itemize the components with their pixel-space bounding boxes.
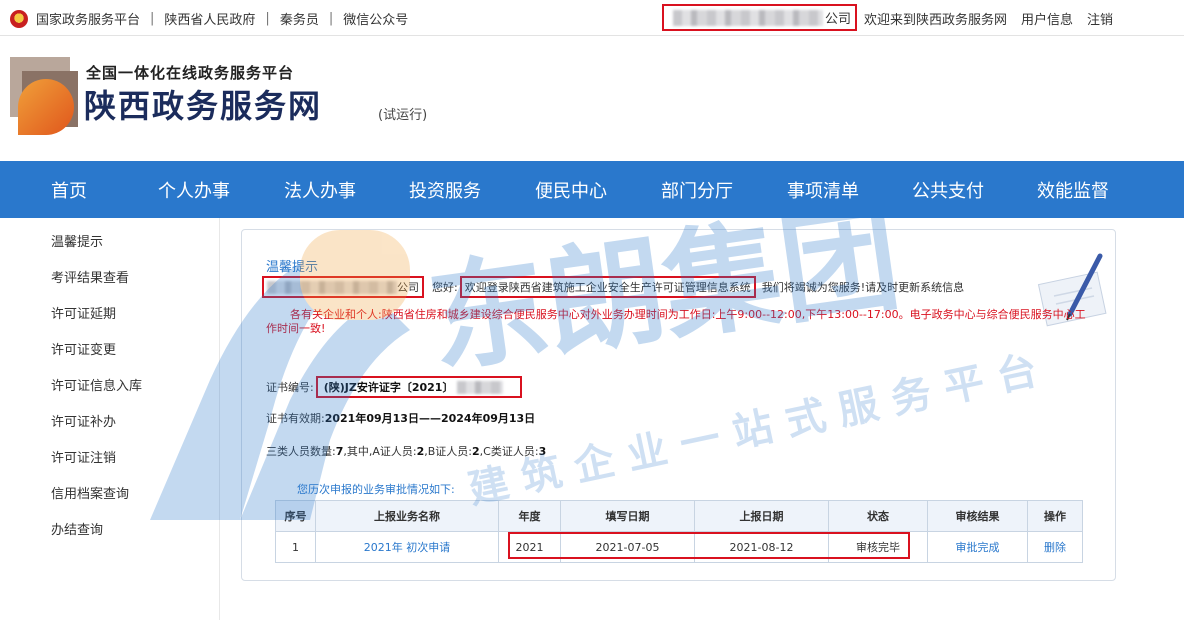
staff-b-count: 2 bbox=[472, 445, 480, 458]
main-nav: 首页 个人办事 法人办事 投资服务 便民中心 部门分厅 事项清单 公共支付 效能… bbox=[0, 161, 1184, 218]
cert-number-label: 证书编号: bbox=[266, 381, 314, 394]
delete-link[interactable]: 删除 bbox=[1027, 531, 1083, 563]
col-action: 操作 bbox=[1027, 500, 1083, 532]
top-links: 国家政务服务平台 | 陕西省人民政府 | 秦务员 | 微信公众号 bbox=[10, 9, 408, 28]
cell-year: 2021 bbox=[498, 531, 561, 563]
user-company-box: 公司 bbox=[662, 4, 857, 31]
staff-b-label: ,B证人员: bbox=[424, 445, 473, 458]
validity-value: 2021年09月13日——2024年09月13日 bbox=[324, 412, 536, 425]
nav-payment[interactable]: 公共支付 bbox=[912, 177, 984, 203]
nav-convenience[interactable]: 便民中心 bbox=[535, 177, 607, 203]
sidebar-item-storage[interactable]: 许可证信息入库 bbox=[51, 375, 142, 394]
cert-number-value: (陕)JZ安许证字〔2021〕 bbox=[323, 381, 454, 394]
history-table: 序号 上报业务名称 年度 填写日期 上报日期 状态 审核结果 操作 1 2021… bbox=[275, 500, 1083, 563]
validity-label: 证书有效期: bbox=[266, 412, 325, 425]
site-header: 全国一体化在线政务服务平台 陕西政务服务网 (试运行) bbox=[0, 37, 1184, 161]
cell-status: 审核完毕 bbox=[828, 531, 928, 563]
logout-link[interactable]: 注销 bbox=[1087, 9, 1113, 28]
redacted-company-name bbox=[267, 280, 397, 294]
sidebar-item-cancel[interactable]: 许可证注销 bbox=[51, 447, 116, 466]
sidebar: 温馨提示 考评结果查看 许可证延期 许可证变更 许可证信息入库 许可证补办 许可… bbox=[0, 218, 220, 620]
nav-supervision[interactable]: 效能监督 bbox=[1037, 177, 1109, 203]
nav-investment[interactable]: 投资服务 bbox=[409, 177, 481, 203]
sidebar-item-reissue[interactable]: 许可证补办 bbox=[51, 411, 116, 430]
cell-index: 1 bbox=[275, 531, 316, 563]
table-header-row: 序号 上报业务名称 年度 填写日期 上报日期 状态 审核结果 操作 bbox=[275, 500, 1083, 532]
company-name-box: 公司 bbox=[262, 276, 424, 298]
link-wechat[interactable]: 微信公众号 bbox=[343, 9, 408, 28]
trial-label: (试运行) bbox=[378, 108, 428, 123]
sidebar-item-credit[interactable]: 信用档案查询 bbox=[51, 483, 129, 502]
sidebar-item-extension[interactable]: 许可证延期 bbox=[51, 303, 116, 322]
staff-c-label: ,C类证人员: bbox=[479, 445, 539, 458]
service-message: 我们将竭诚为您服务!请及时更新系统信息 bbox=[761, 281, 965, 294]
sidebar-item-change[interactable]: 许可证变更 bbox=[51, 339, 116, 358]
staff-a-label: ,其中,A证人员: bbox=[343, 445, 417, 458]
col-result: 审核结果 bbox=[927, 500, 1028, 532]
col-business-name: 上报业务名称 bbox=[315, 500, 499, 532]
top-bar: 国家政务服务平台 | 陕西省人民政府 | 秦务员 | 微信公众号 公司 欢迎来到… bbox=[0, 0, 1184, 36]
col-fill-date: 填写日期 bbox=[560, 500, 695, 532]
staff-c-count: 3 bbox=[538, 445, 547, 458]
company-suffix: 公司 bbox=[824, 12, 851, 27]
nav-personal[interactable]: 个人办事 bbox=[158, 177, 230, 203]
cert-number-row: 证书编号: (陕)JZ安许证字〔2021〕 bbox=[266, 376, 522, 398]
col-status: 状态 bbox=[828, 500, 928, 532]
validity-row: 证书有效期:2021年09月13日——2024年09月13日 bbox=[266, 410, 535, 426]
staff-count-row: 三类人员数量:7,其中,A证人员:2,B证人员:2,C类证人员:3 bbox=[266, 443, 546, 459]
col-year: 年度 bbox=[498, 500, 561, 532]
cell-fill-date: 2021-07-05 bbox=[560, 531, 695, 563]
greeting-row: 公司 您好: 欢迎登录陕西省建筑施工企业安全生产许可证管理信息系统 我们将竭诚为… bbox=[262, 276, 964, 298]
sidebar-item-evaluation[interactable]: 考评结果查看 bbox=[51, 267, 129, 286]
separator: | bbox=[328, 11, 334, 26]
main-panel: 温馨提示 公司 您好: 欢迎登录陕西省建筑施工企业安全生产许可证管理信息系统 我… bbox=[241, 229, 1116, 581]
nav-departments[interactable]: 部门分厅 bbox=[661, 177, 733, 203]
panel-title: 温馨提示 bbox=[266, 260, 319, 275]
table-row: 1 2021年 初次申请 2021 2021-07-05 2021-08-12 … bbox=[275, 531, 1083, 563]
col-index: 序号 bbox=[275, 500, 316, 532]
welcome-message-box: 欢迎登录陕西省建筑施工企业安全生产许可证管理信息系统 bbox=[459, 276, 756, 298]
col-report-date: 上报日期 bbox=[694, 500, 829, 532]
redacted-cert-serial bbox=[457, 380, 504, 394]
logo-arc-icon bbox=[18, 79, 74, 135]
link-qinwuyuan[interactable]: 秦务员 bbox=[280, 9, 319, 28]
site-slogan: 全国一体化在线政务服务平台 bbox=[86, 64, 295, 82]
national-emblem-icon bbox=[10, 9, 28, 28]
link-national-platform[interactable]: 国家政务服务平台 bbox=[36, 9, 140, 28]
site-name: 陕西政务服务网 bbox=[84, 87, 323, 125]
nav-item-list[interactable]: 事项清单 bbox=[787, 177, 859, 203]
company-suffix: 公司 bbox=[397, 281, 419, 294]
sidebar-item-completed[interactable]: 办结查询 bbox=[51, 519, 103, 538]
cert-number-box: (陕)JZ安许证字〔2021〕 bbox=[315, 376, 522, 398]
cell-report-date: 2021-08-12 bbox=[694, 531, 829, 563]
sidebar-item-tips[interactable]: 温馨提示 bbox=[51, 231, 103, 250]
welcome-message: 欢迎登录陕西省建筑施工企业安全生产许可证管理信息系统 bbox=[464, 281, 751, 294]
history-title: 您历次申报的业务审批情况如下: bbox=[297, 483, 455, 496]
nav-legal-person[interactable]: 法人办事 bbox=[284, 177, 356, 203]
separator: | bbox=[265, 11, 270, 26]
separator: | bbox=[150, 11, 155, 26]
staff-count-label: 三类人员数量: bbox=[266, 445, 336, 458]
greeting-text: 您好: bbox=[432, 281, 458, 294]
nav-home[interactable]: 首页 bbox=[51, 177, 87, 203]
cell-business-name-link[interactable]: 2021年 初次申请 bbox=[315, 531, 499, 563]
redacted-company-name bbox=[672, 9, 823, 26]
user-info-link[interactable]: 用户信息 bbox=[1021, 9, 1073, 28]
top-right-links: 欢迎来到陕西政务服务网 用户信息 注销 bbox=[864, 9, 1113, 28]
office-hours-notice: 各有关企业和个人:陕西省住房和城乡建设综合便民服务中心对外业务办理时间为工作日:… bbox=[266, 308, 1086, 335]
cell-result-link[interactable]: 审批完成 bbox=[927, 531, 1028, 563]
welcome-text: 欢迎来到陕西政务服务网 bbox=[864, 13, 1008, 28]
link-shaanxi-gov[interactable]: 陕西省人民政府 bbox=[164, 9, 255, 28]
